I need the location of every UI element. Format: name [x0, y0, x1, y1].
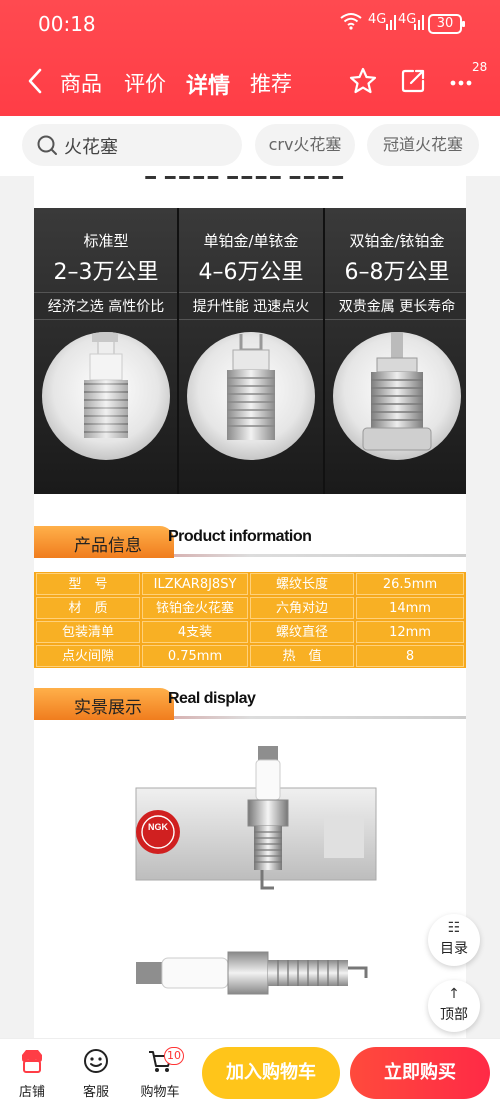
signal-bars-icon-2 — [414, 10, 426, 34]
type-slogan: 经济之选 高性价比 — [34, 292, 178, 320]
cart-count-badge: 10 — [164, 1047, 184, 1065]
add-to-cart-button[interactable]: 加入购物车 — [202, 1047, 340, 1099]
list-icon: ☷ — [447, 920, 461, 936]
more-badge: 28 — [472, 60, 488, 74]
type-single-platinum: 单铂金/单铱金 4–6万公里 提升性能 迅速点火 — [179, 208, 323, 494]
type-double-platinum: 双铂金/铱铂金 6–8万公里 双贵金属 更长寿命 — [325, 208, 466, 494]
search-icon — [36, 134, 58, 156]
spec-label: 螺纹长度 — [250, 573, 354, 595]
real-display-heading: 实景展示 Real display — [34, 686, 466, 726]
search-input[interactable]: 火花塞 — [22, 124, 242, 166]
spec-row: 点火间隙 0.75mm 热 值 8 — [34, 644, 466, 668]
shop-icon — [22, 1050, 42, 1073]
tab-recommend[interactable]: 推荐 — [250, 68, 292, 98]
tab-product[interactable]: 商品 — [60, 68, 102, 98]
type-name: 单铂金/单铱金 — [203, 232, 299, 250]
type-slogan: 提升性能 迅速点火 — [179, 292, 323, 320]
spec-value: 4支装 — [142, 621, 248, 643]
type-standard: 标准型 2–3万公里 经济之选 高性价比 — [34, 208, 178, 494]
spark-plug-image — [333, 332, 461, 460]
spec-value: 14mm — [356, 597, 464, 619]
type-mileage: 4–6万公里 — [198, 260, 304, 285]
spec-label: 型 号 — [36, 573, 140, 595]
plug-type-comparison: 标准型 2–3万公里 经济之选 高性价比 单铂金/单铱金 4–6万公里 提升性能… — [34, 208, 466, 494]
real-display-cn: 实景展示 — [74, 698, 142, 718]
catalog-button[interactable]: ☷ 目录 — [428, 914, 480, 966]
spec-value: 12mm — [356, 621, 464, 643]
cut-off-caption: ▬ ▬▬▬▬ ▬▬▬▬ ▬▬▬▬ — [144, 176, 346, 184]
real-product-photo: NGK — [34, 722, 466, 1038]
heading-pill: 实景展示 — [34, 688, 174, 720]
spec-label: 点火间隙 — [36, 645, 140, 667]
top-label: 顶部 — [440, 1007, 468, 1023]
buy-now-button[interactable]: 立即购买 — [350, 1047, 490, 1099]
battery-indicator: 30 — [428, 14, 465, 34]
spec-row: 包装清单 4支装 螺纹直径 12mm — [34, 620, 466, 644]
spec-label: 材 质 — [36, 597, 140, 619]
type-name: 双铂金/铱铂金 — [349, 232, 445, 250]
spec-label: 螺纹直径 — [250, 621, 354, 643]
shop-label: 店铺 — [18, 1085, 45, 1100]
status-time: 00:18 — [38, 12, 96, 36]
header: 00:18 4G 4G 30 商品 评价 详情 推荐 28 — [0, 0, 500, 116]
bottom-action-bar: 店铺 客服 购物车 10 加入购物车 立即购买 — [0, 1038, 500, 1107]
arrow-up-icon: ↑ — [448, 986, 460, 1002]
search-row: 火花塞 crv火花塞 冠道火花塞 — [0, 116, 500, 176]
product-info-en: Product information — [168, 528, 312, 545]
catalog-label: 目录 — [440, 941, 468, 957]
type-mileage: 2–3万公里 — [53, 260, 159, 285]
spec-value: 8 — [356, 645, 464, 667]
spec-row: 型 号 ILZKAR8J8SY 螺纹长度 26.5mm — [34, 572, 466, 596]
spec-value: 26.5mm — [356, 573, 464, 595]
spec-value: 0.75mm — [142, 645, 248, 667]
tab-reviews[interactable]: 评价 — [124, 68, 166, 98]
product-info-heading: 产品信息 Product information — [34, 524, 466, 564]
shop-button[interactable]: 店铺 — [2, 1047, 62, 1100]
back-icon[interactable] — [22, 66, 50, 96]
real-display-en: Real display — [168, 690, 256, 707]
spark-plug-image — [187, 332, 315, 460]
type-name: 标准型 — [83, 232, 129, 250]
spec-value: ILZKAR8J8SY — [142, 573, 248, 595]
spec-table: 型 号 ILZKAR8J8SY 螺纹长度 26.5mm 材 质 铱铂金火花塞 六… — [34, 572, 466, 668]
cart-label: 购物车 — [140, 1085, 180, 1100]
customer-service-button[interactable]: 客服 — [66, 1047, 126, 1100]
heading-pill: 产品信息 — [34, 526, 174, 558]
spark-plug-image — [42, 332, 170, 460]
detail-image-area: ▬ ▬▬▬▬ ▬▬▬▬ ▬▬▬▬ 标准型 2–3万公里 经济之选 高性价比 单铂… — [34, 176, 466, 1038]
status-bar: 00:18 4G 4G 30 — [0, 0, 500, 48]
top-nav: 商品 评价 详情 推荐 28 — [0, 56, 500, 108]
tab-details[interactable]: 详情 — [186, 68, 230, 100]
type-slogan: 双贵金属 更长寿命 — [325, 292, 466, 320]
favorite-star-icon[interactable] — [348, 66, 378, 96]
spec-label: 包装清单 — [36, 621, 140, 643]
service-icon — [84, 1049, 108, 1073]
spec-row: 材 质 铱铂金火花塞 六角对边 14mm — [34, 596, 466, 620]
spec-value: 铱铂金火花塞 — [142, 597, 248, 619]
share-icon[interactable] — [398, 66, 428, 96]
spec-label: 热 值 — [250, 645, 354, 667]
service-label: 客服 — [82, 1085, 109, 1100]
signal-4g-label: 4G — [368, 12, 387, 27]
product-info-cn: 产品信息 — [74, 536, 142, 556]
search-query: 火花塞 — [64, 137, 118, 158]
signal-bars-icon — [386, 10, 398, 34]
spec-label: 六角对边 — [250, 597, 354, 619]
type-mileage: 6–8万公里 — [344, 260, 450, 285]
back-to-top-button[interactable]: ↑ 顶部 — [428, 980, 480, 1032]
box-brand: NGK — [148, 822, 169, 832]
search-chip-guandao[interactable]: 冠道火花塞 — [367, 124, 479, 166]
search-chip-crv[interactable]: crv火花塞 — [255, 124, 355, 166]
wifi-icon — [340, 12, 362, 34]
